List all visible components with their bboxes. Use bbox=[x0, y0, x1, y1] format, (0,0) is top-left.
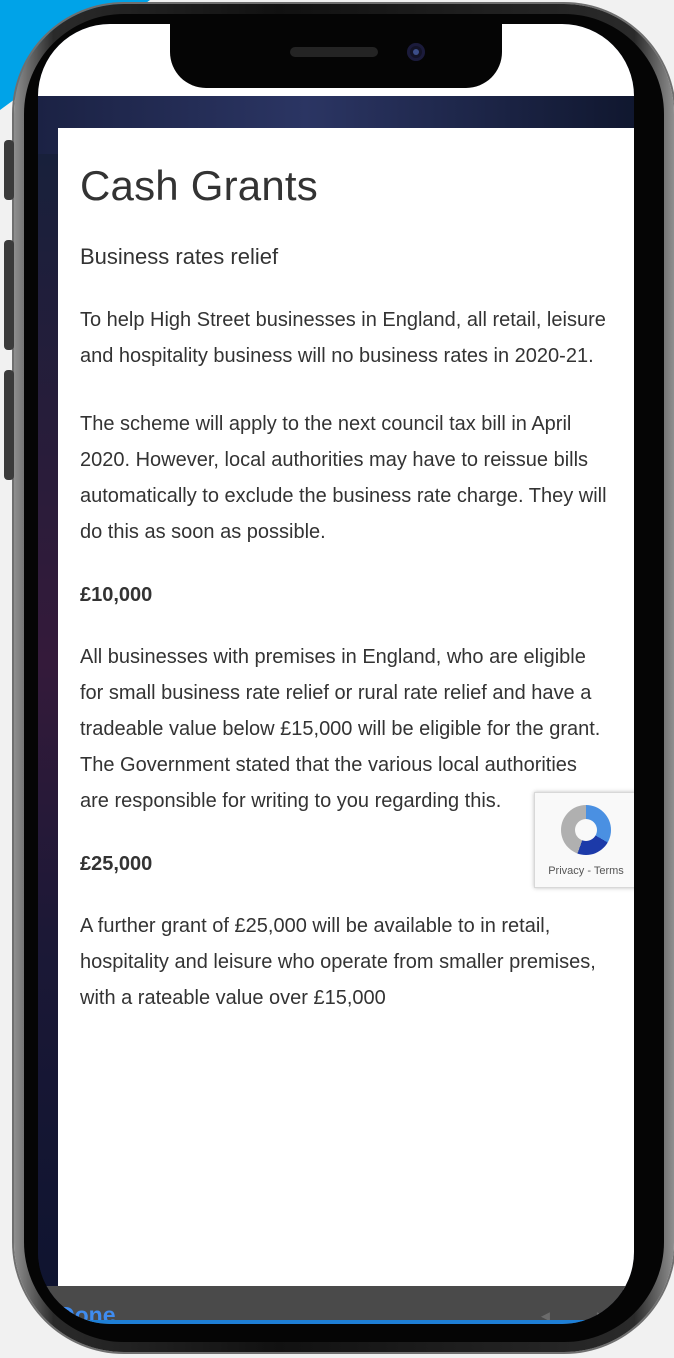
modal-subtitle: Business rates relief bbox=[80, 244, 279, 269]
recaptcha-logo-icon bbox=[561, 805, 611, 855]
paragraph-further-grant: A further grant of £25,000 will be avail… bbox=[80, 915, 596, 1009]
phone-screen: Cash Grants Business rates relief To hel… bbox=[38, 24, 634, 1324]
phone-notch bbox=[170, 24, 502, 88]
heading-25000: £25,000 bbox=[80, 853, 153, 875]
speaker-grille bbox=[290, 47, 378, 57]
bottom-toolbar: Done ◄ ► bbox=[38, 1286, 634, 1324]
phone-volume-up-button bbox=[4, 240, 14, 350]
recaptcha-privacy-terms-link[interactable]: Privacy - Terms bbox=[535, 865, 634, 877]
info-modal[interactable]: Cash Grants Business rates relief To hel… bbox=[58, 128, 634, 1290]
paragraph-intro: To help High Street businesses in Englan… bbox=[80, 309, 606, 367]
paragraph-scheme: The scheme will apply to the next counci… bbox=[80, 413, 607, 543]
bottom-accent-bar bbox=[38, 1320, 634, 1324]
modal-title: Cash Grants bbox=[80, 162, 318, 209]
recaptcha-badge[interactable]: Privacy - Terms bbox=[534, 792, 634, 888]
paragraph-small-grant: All businesses with premises in England,… bbox=[80, 646, 601, 812]
heading-10000: £10,000 bbox=[80, 584, 153, 606]
phone-mute-switch bbox=[4, 140, 14, 200]
phone-volume-down-button bbox=[4, 370, 14, 480]
front-camera-icon bbox=[407, 43, 425, 61]
